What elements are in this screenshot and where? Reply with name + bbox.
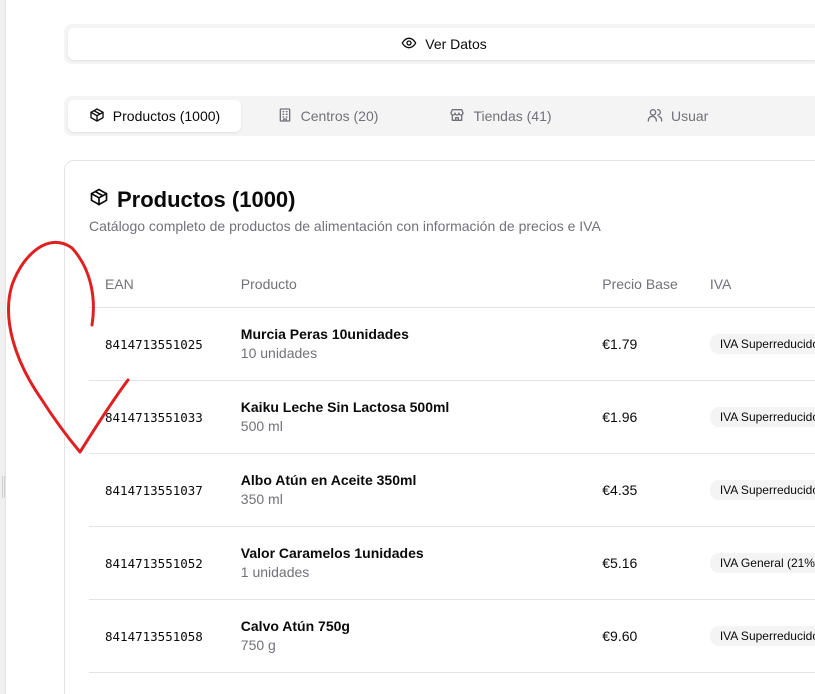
store-icon	[449, 107, 465, 126]
table-row[interactable]: 8414713551058 Calvo Atún 750g 750 g €9.60…	[89, 599, 815, 673]
tab-usuarios[interactable]: Usuar	[587, 100, 815, 132]
tab-list: Productos (1000) Centros (20) Tiendas (4…	[64, 96, 815, 136]
column-header-precio[interactable]: Precio Base	[586, 261, 694, 308]
ean-cell: 8414713551033	[105, 409, 203, 425]
price-cell: €1.96	[602, 408, 638, 425]
product-size: 350 ml	[240, 491, 283, 507]
table-row[interactable]: 8414713551025 Murcia Peras 10unidades 10 …	[89, 307, 815, 381]
column-header-producto[interactable]: Producto	[224, 261, 587, 308]
tab-label: Productos (1000)	[112, 108, 221, 124]
ean-cell: 8414713551037	[105, 482, 203, 498]
ean-cell: 8414713551058	[105, 628, 203, 644]
eye-icon	[401, 35, 417, 54]
table-row[interactable]: 8414713551033 Kaiku Leche Sin Lactosa 50…	[89, 380, 815, 454]
building-icon	[277, 107, 293, 126]
column-header-ean[interactable]: EAN	[89, 261, 225, 308]
card-description: Catálogo completo de productos de alimen…	[89, 218, 601, 234]
iva-badge: IVA Superreducido	[709, 406, 815, 427]
sidebar-edge	[0, 0, 6, 694]
product-size: 10 unidades	[240, 345, 318, 361]
product-size: 1 unidades	[240, 564, 310, 580]
product-name: Murcia Peras 10unidades	[240, 326, 409, 342]
table-row[interactable]: 8414713551052 Valor Caramelos 1unidades 1…	[89, 526, 815, 600]
ean-cell: 8414713551025	[105, 336, 203, 352]
tab-label: Centros (20)	[300, 108, 379, 124]
ean-cell: 8414713551052	[105, 555, 203, 571]
product-name: Albo Atún en Aceite 350ml	[240, 472, 417, 488]
iva-badge: IVA Superreducido	[709, 333, 815, 354]
card-title: Productos (1000)	[89, 187, 296, 213]
iva-badge: IVA General (21%)	[709, 552, 815, 573]
view-data-label: Ver Datos	[425, 36, 487, 52]
tab-tiendas[interactable]: Tiendas (41)	[414, 100, 587, 132]
users-icon	[647, 107, 663, 126]
table-row[interactable]: 8414713551037 Albo Atún en Aceite 350ml 3…	[89, 453, 815, 527]
product-size: 750 g	[240, 637, 276, 653]
price-cell: €9.60	[602, 627, 638, 644]
tab-centros[interactable]: Centros (20)	[241, 100, 414, 132]
view-data-bar: Ver Datos	[64, 24, 815, 64]
package-icon	[89, 187, 109, 213]
tab-productos[interactable]: Productos (1000)	[68, 100, 241, 132]
table-header-row: EAN Producto Precio Base IVA	[89, 261, 815, 308]
package-icon	[89, 107, 105, 126]
products-table: EAN Producto Precio Base IVA 84147135510…	[89, 261, 815, 673]
resize-handle[interactable]	[2, 476, 5, 498]
card-title-text: Productos (1000)	[117, 187, 296, 212]
view-data-button[interactable]: Ver Datos	[68, 28, 815, 60]
price-cell: €5.16	[602, 554, 638, 571]
tab-label: Tiendas (41)	[473, 108, 552, 124]
product-name: Kaiku Leche Sin Lactosa 500ml	[240, 399, 450, 415]
price-cell: €1.79	[602, 335, 638, 352]
product-name: Calvo Atún 750g	[240, 618, 350, 634]
iva-badge: IVA Superreducido	[709, 479, 815, 500]
product-size: 500 ml	[240, 418, 283, 434]
product-name: Valor Caramelos 1unidades	[240, 545, 424, 561]
column-header-iva[interactable]: IVA	[693, 261, 815, 308]
products-card: Productos (1000) Catálogo completo de pr…	[64, 160, 815, 694]
tab-label: Usuar	[671, 108, 709, 124]
iva-badge: IVA Superreducido	[709, 625, 815, 646]
price-cell: €4.35	[602, 481, 638, 498]
